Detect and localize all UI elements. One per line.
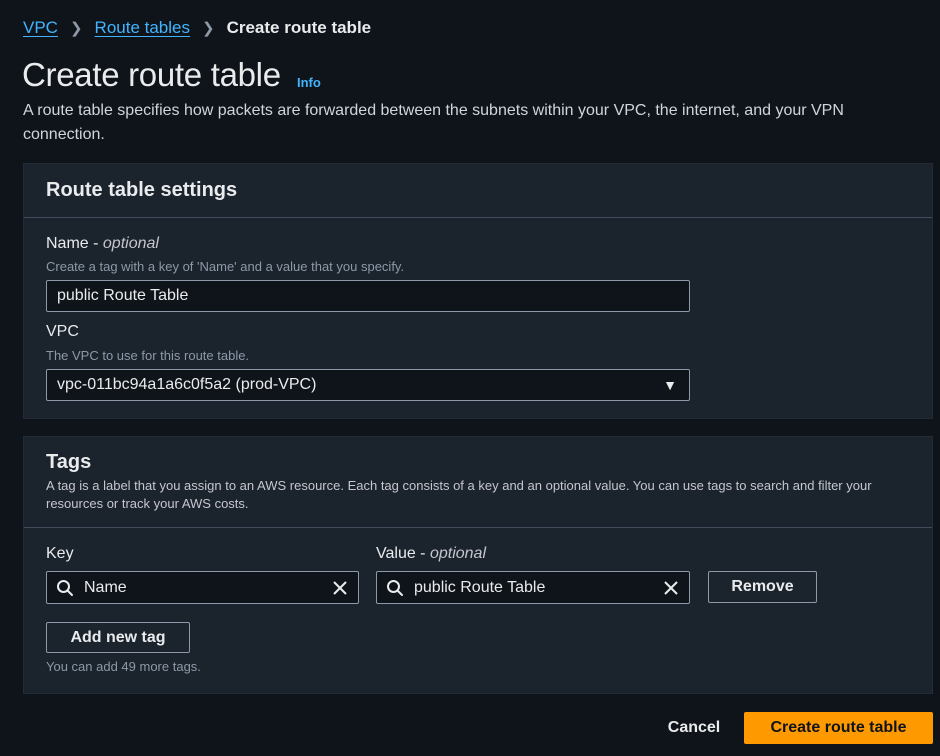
tag-key-value: Name xyxy=(84,578,127,596)
panel-title: Route table settings xyxy=(46,179,238,201)
page-title: Create route table xyxy=(22,56,281,93)
name-hint: Create a tag with a key of 'Name' and a … xyxy=(46,259,405,274)
cancel-button[interactable]: Cancel xyxy=(656,713,732,743)
tag-value-input[interactable]: public Route Table xyxy=(376,571,690,604)
tag-limit-note: You can add 49 more tags. xyxy=(46,659,201,674)
tags-description: A tag is a label that you assign to an A… xyxy=(46,478,872,511)
search-icon xyxy=(387,579,403,596)
caret-down-icon: ▼ xyxy=(663,377,677,393)
tag-value-value: public Route Table xyxy=(414,578,546,596)
panel-header: Tags A tag is a label that you assign to… xyxy=(24,437,932,528)
create-route-table-button[interactable]: Create route table xyxy=(744,712,933,744)
key-label: Key xyxy=(46,545,74,562)
tag-key-input[interactable]: Name xyxy=(46,571,359,604)
breadcrumb-current: Create route table xyxy=(226,18,372,37)
close-icon[interactable] xyxy=(332,580,348,596)
vpc-label: VPC xyxy=(46,323,79,340)
route-table-settings-panel: Route table settings Name - optional Cre… xyxy=(23,163,933,419)
remove-tag-button[interactable]: Remove xyxy=(708,571,817,603)
page-description: A route table specifies how packets are … xyxy=(23,102,844,143)
name-input[interactable]: public Route Table xyxy=(46,280,690,312)
vpc-select[interactable]: vpc-011bc94a1a6c0f5a2 (prod-VPC) ▼ xyxy=(46,369,690,401)
close-icon[interactable] xyxy=(663,580,679,596)
info-link[interactable]: Info xyxy=(297,75,321,90)
tags-panel: Tags A tag is a label that you assign to… xyxy=(23,436,933,694)
chevron-right-icon: ❯ xyxy=(69,20,83,37)
breadcrumb-route-tables-link[interactable]: Route tables xyxy=(95,18,190,38)
vpc-select-value: vpc-011bc94a1a6c0f5a2 (prod-VPC) xyxy=(57,376,317,393)
chevron-right-icon: ❯ xyxy=(202,20,215,37)
name-label: Name - optional xyxy=(46,235,159,252)
name-input-value: public Route Table xyxy=(57,287,189,304)
breadcrumb-vpc-link[interactable]: VPC xyxy=(23,18,58,38)
search-icon xyxy=(57,579,73,596)
panel-title: Tags xyxy=(46,451,92,473)
panel-header: Route table settings xyxy=(24,164,932,218)
value-label: Value - optional xyxy=(376,545,486,562)
breadcrumb: VPC ❯ Route tables ❯ Create route table xyxy=(23,18,371,38)
add-new-tag-button[interactable]: Add new tag xyxy=(46,622,190,653)
vpc-hint: The VPC to use for this route table. xyxy=(46,348,250,363)
